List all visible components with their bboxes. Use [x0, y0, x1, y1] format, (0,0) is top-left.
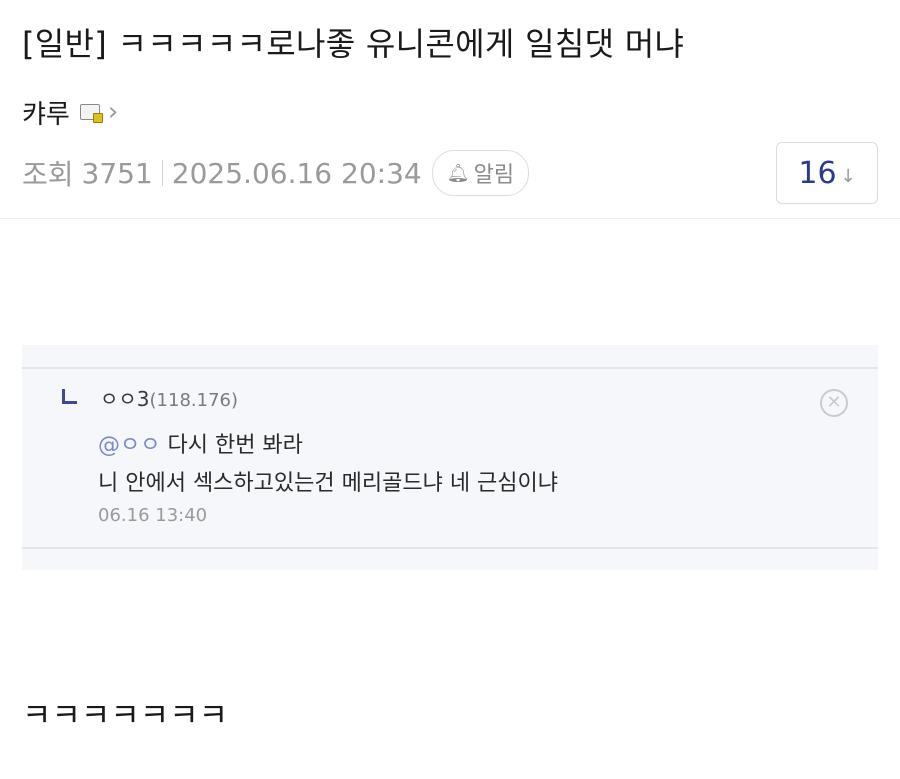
- chevron-right-icon[interactable]: ›: [108, 99, 118, 125]
- capture-divider-bottom: [22, 547, 878, 549]
- post-title: [일반] ㅋㅋㅋㅋㅋ로나좋 유니콘에게 일침댓 머냐: [22, 25, 685, 63]
- capture-divider-top: [22, 367, 878, 369]
- comment-mention: @ㅇㅇ: [98, 433, 161, 458]
- close-icon: ✕: [820, 389, 848, 417]
- views-count: 3751: [81, 156, 153, 190]
- comment-text-rest: 다시 한번 봐라: [160, 433, 303, 458]
- comment-text-line2: 니 안에서 섹스하고있는건 메리골드냐 네 근심이냐: [98, 471, 559, 496]
- comment-time: 06.16 13:40: [98, 505, 208, 526]
- author-name[interactable]: 캬루: [22, 94, 70, 131]
- comment-ip: (118.176): [149, 390, 239, 411]
- comment-author: ㅇㅇ3(118.176): [100, 383, 238, 412]
- comment-text-line1: @ㅇㅇ 다시 한번 봐라: [98, 427, 303, 459]
- alarm-label: 알림: [473, 163, 515, 188]
- post-meta: 조회 3751 2025.06.16 20:34 🔔︎ 알림: [22, 150, 530, 196]
- reply-indicator-icon: [62, 389, 77, 404]
- comment-username: ㅇㅇ3: [100, 387, 150, 411]
- post-datetime: 2025.06.16 20:34: [171, 156, 422, 190]
- views-label: 조회: [22, 158, 74, 191]
- down-arrow-icon: ↓: [840, 165, 856, 187]
- comment-count-button[interactable]: 16 ↓: [776, 142, 878, 204]
- header-divider: [0, 218, 900, 219]
- comment-count: 16: [798, 155, 837, 191]
- member-badge-icon: [79, 104, 103, 123]
- author-row[interactable]: 캬루 ›: [22, 92, 118, 132]
- captured-comment-image: ㅇㅇ3(118.176) ✕ @ㅇㅇ 다시 한번 봐라 니 안에서 섹스하고있는…: [22, 345, 878, 570]
- meta-divider: [161, 160, 163, 186]
- alarm-button[interactable]: 🔔︎ 알림: [431, 150, 530, 196]
- bell-icon: 🔔︎: [446, 162, 470, 184]
- post-body-text: ㅋㅋㅋㅋㅋㅋㅋ: [22, 696, 229, 734]
